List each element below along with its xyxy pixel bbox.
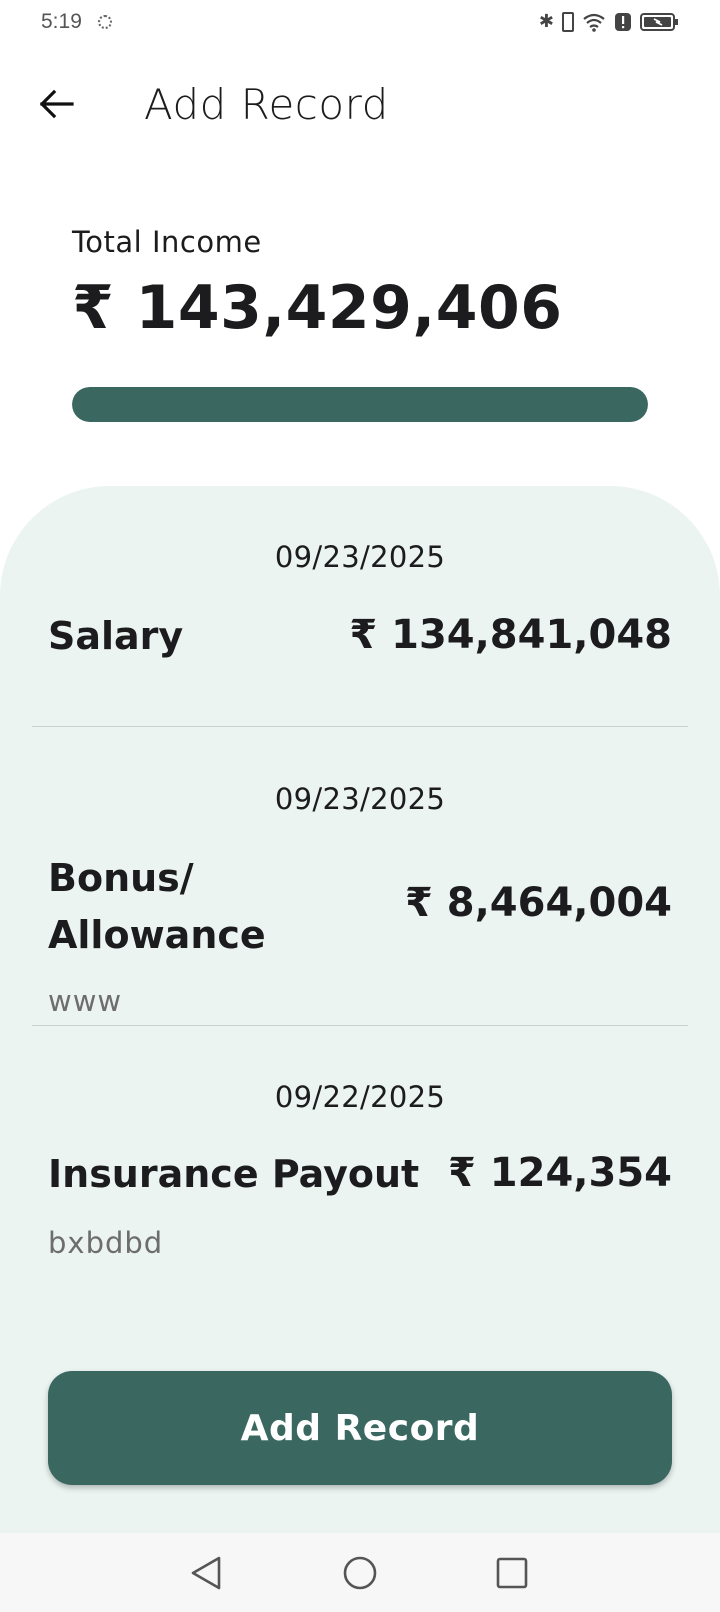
nav-home-button[interactable] (340, 1553, 380, 1593)
sync-icon (98, 15, 112, 29)
record-amount: ₹ 8,464,004 (405, 880, 672, 926)
nav-recents-button[interactable] (492, 1553, 532, 1593)
divider (32, 1025, 688, 1026)
total-income-label: Total Income (72, 225, 262, 259)
status-time: 5:19 (41, 10, 82, 33)
record-date: 09/23/2025 (274, 782, 446, 816)
record-amount: ₹ 124,354 (448, 1150, 672, 1196)
income-progress-bar (72, 387, 648, 422)
list-item[interactable]: 09/23/2025 Salary ₹ 134,841,048 (32, 530, 688, 727)
triangle-back-icon (191, 1556, 221, 1590)
income-progress-fill (72, 387, 648, 422)
divider (32, 726, 688, 727)
arrow-left-icon (39, 89, 74, 119)
add-record-button[interactable]: Add Record (48, 1371, 672, 1485)
record-date: 09/23/2025 (274, 540, 446, 574)
app-bar: Add Record (0, 60, 720, 150)
record-title: Bonus/ Allowance (48, 850, 266, 964)
alert-icon (614, 12, 632, 32)
status-bar: 5:19 ✱ (0, 0, 720, 46)
bluetooth-icon: ✱ (538, 11, 554, 32)
record-note: www (48, 984, 123, 1018)
record-title: Insurance Payout (48, 1152, 420, 1196)
record-amount: ₹ 134,841,048 (349, 612, 672, 658)
list-item[interactable]: 09/22/2025 Insurance Payout ₹ 124,354 bx… (32, 1070, 688, 1270)
record-date: 09/22/2025 (274, 1080, 446, 1114)
status-icons: ✱ (539, 12, 680, 32)
circle-home-icon (343, 1556, 377, 1590)
record-title-line: Allowance (48, 913, 266, 957)
record-title: Salary (48, 614, 184, 658)
vibrate-icon (562, 12, 574, 32)
back-button[interactable] (32, 80, 80, 128)
battery-icon (640, 12, 680, 32)
record-title-line: Bonus/ (48, 856, 194, 900)
page-title: Add Record (144, 80, 389, 129)
list-item[interactable]: 09/23/2025 Bonus/ Allowance ₹ 8,464,004 … (32, 772, 688, 1026)
record-note: bxbdbd (48, 1226, 164, 1260)
square-recents-icon (496, 1557, 528, 1589)
total-income-amount: ₹ 143,429,406 (72, 273, 563, 343)
wifi-icon (582, 12, 606, 32)
system-nav-bar (0, 1533, 720, 1612)
total-income-summary: Total Income ₹ 143,429,406 (72, 225, 652, 343)
nav-back-button[interactable] (186, 1553, 226, 1593)
